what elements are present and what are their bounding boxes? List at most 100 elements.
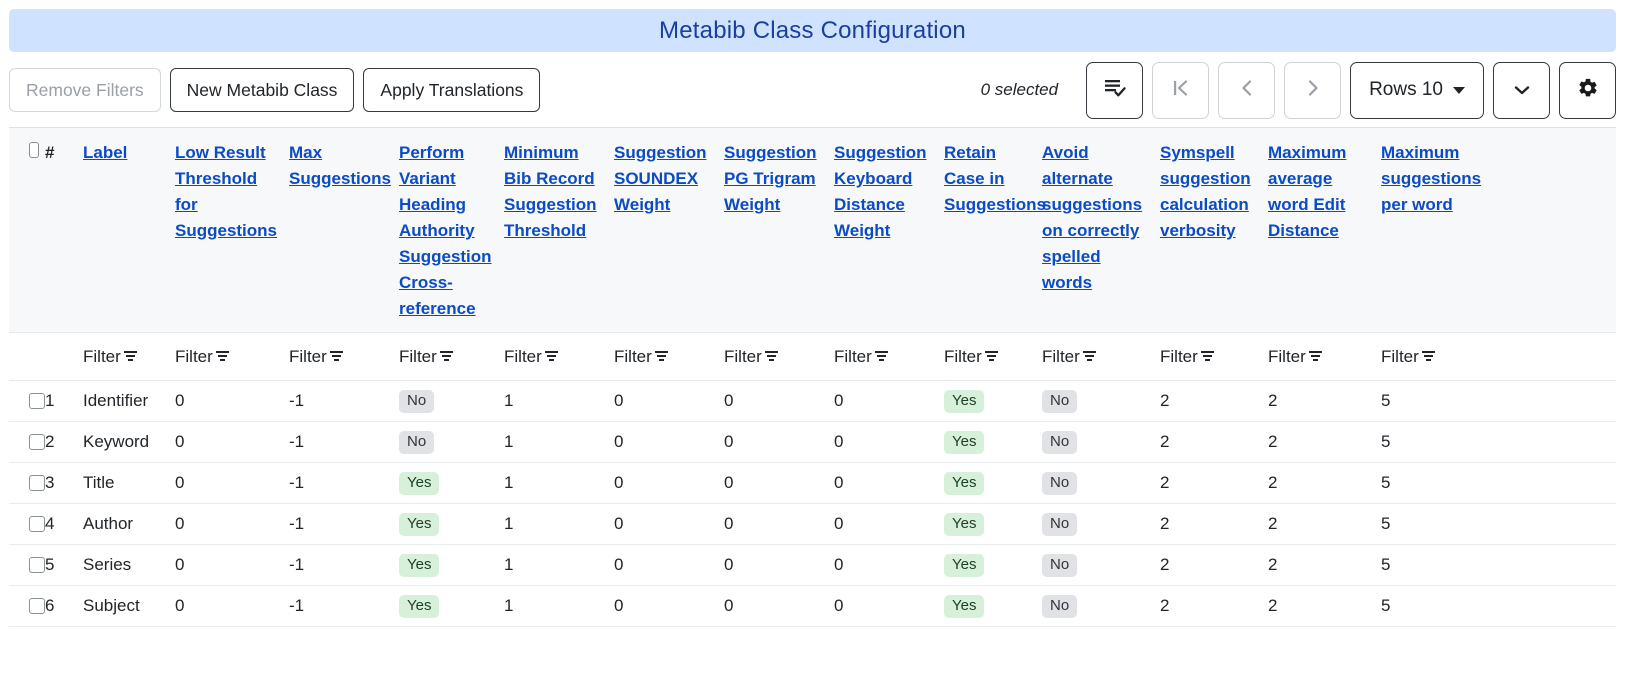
- cell-keyboard-distance-weight: 0: [834, 473, 844, 492]
- filter-c3[interactable]: Filter: [504, 347, 614, 367]
- select-all-checkbox[interactable]: [29, 142, 39, 158]
- filter-c0[interactable]: Filter: [175, 347, 289, 367]
- row-select-cell: [9, 516, 45, 532]
- status-badge: No: [399, 430, 435, 454]
- expand-button[interactable]: [1493, 61, 1550, 119]
- header-link-c8[interactable]: Avoid alternate suggestions on correctly…: [1042, 143, 1142, 292]
- cell-max-suggestions: -1: [289, 555, 305, 574]
- filter-label[interactable]: Filter: [83, 347, 175, 367]
- header-link-c5[interactable]: Suggestion PG Trigram Weight: [724, 143, 817, 214]
- table-row[interactable]: 2 Keyword 0 -1 No 1 0 0 0 Yes No 2 2 5: [9, 422, 1616, 463]
- header-max-suggestions-per-word[interactable]: Maximum suggestions per word: [1381, 128, 1501, 332]
- table-row[interactable]: 3 Title 0 -1 Yes 1 0 0 0 Yes No 2 2 5: [9, 463, 1616, 504]
- row-checkbox[interactable]: [29, 475, 45, 491]
- filter-text: Filter: [1381, 346, 1419, 366]
- header-keyboard-distance-weight[interactable]: Suggestion Keyboard Distance Weight: [834, 128, 944, 332]
- cell-soundex-weight: 0: [614, 391, 624, 410]
- header-link-label[interactable]: Label: [83, 143, 127, 162]
- remove-filters-button[interactable]: Remove Filters: [9, 68, 161, 112]
- table-row[interactable]: 4 Author 0 -1 Yes 1 0 0 0 Yes No 2 2 5: [9, 504, 1616, 545]
- filter-text: Filter: [1160, 346, 1198, 366]
- filter-c6[interactable]: Filter: [834, 347, 944, 367]
- header-link-c7[interactable]: Retain Case in Suggestions: [944, 143, 1046, 214]
- list-check-icon-button[interactable]: [1086, 61, 1144, 119]
- filter-c7[interactable]: Filter: [944, 347, 1042, 367]
- funnel-icon: [1200, 350, 1214, 363]
- header-retain-case[interactable]: Retain Case in Suggestions: [944, 128, 1046, 332]
- funnel-icon: [984, 350, 998, 363]
- cell-low-result-threshold: 0: [175, 596, 185, 615]
- header-avoid-alternate-suggestions[interactable]: Avoid alternate suggestions on correctly…: [1042, 128, 1160, 332]
- row-checkbox[interactable]: [29, 557, 45, 573]
- rows-per-page-label: Rows 10: [1369, 79, 1443, 100]
- filter-c4[interactable]: Filter: [614, 347, 724, 367]
- new-metabib-class-button[interactable]: New Metabib Class: [169, 68, 355, 112]
- header-link-c10[interactable]: Maximum average word Edit Distance: [1268, 143, 1346, 240]
- header-number: #: [45, 143, 55, 162]
- funnel-icon: [439, 350, 453, 363]
- table-row[interactable]: 5 Series 0 -1 Yes 1 0 0 0 Yes No 2 2 5: [9, 545, 1616, 586]
- filter-text: Filter: [1042, 346, 1080, 366]
- header-label[interactable]: Label: [83, 128, 175, 332]
- cell-symspell-verbosity: 2: [1160, 432, 1170, 451]
- header-link-c3[interactable]: Minimum Bib Record Suggestion Threshold: [504, 143, 597, 240]
- row-label: Keyword: [83, 432, 150, 451]
- cell-symspell-verbosity: 2: [1160, 473, 1170, 492]
- status-badge: No: [1042, 471, 1078, 495]
- filter-c10[interactable]: Filter: [1268, 347, 1381, 367]
- previous-page-button[interactable]: [1218, 61, 1276, 119]
- table-row[interactable]: 1 Identifier 0 -1 No 1 0 0 0 Yes No 2 2 5: [9, 381, 1616, 422]
- row-select-cell: [9, 434, 45, 450]
- header-max-suggestions[interactable]: Max Suggestions: [289, 128, 399, 332]
- first-page-button[interactable]: [1152, 61, 1210, 119]
- status-badge: No: [1042, 553, 1078, 577]
- list-check-icon: [1104, 78, 1126, 102]
- filter-c8[interactable]: Filter: [1042, 347, 1160, 367]
- header-link-c6[interactable]: Suggestion Keyboard Distance Weight: [834, 143, 927, 240]
- cell-retain-case: Yes: [944, 594, 1042, 618]
- header-link-c11[interactable]: Maximum suggestions per word: [1381, 143, 1481, 214]
- row-checkbox[interactable]: [29, 393, 45, 409]
- filter-text: Filter: [175, 346, 213, 366]
- header-symspell-verbosity[interactable]: Symspell suggestion calculation verbosit…: [1160, 128, 1268, 332]
- filter-c11[interactable]: Filter: [1381, 347, 1501, 367]
- header-max-average-edit-distance[interactable]: Maximum average word Edit Distance: [1268, 128, 1381, 332]
- header-pg-trigram-weight[interactable]: Suggestion PG Trigram Weight: [724, 128, 834, 332]
- header-variant-heading-authority[interactable]: Perform Variant Heading Authority Sugges…: [399, 128, 504, 332]
- filter-c2[interactable]: Filter: [399, 347, 504, 367]
- cell-low-result-threshold: 0: [175, 473, 185, 492]
- row-checkbox[interactable]: [29, 516, 45, 532]
- header-minimum-bib-record-threshold[interactable]: Minimum Bib Record Suggestion Threshold: [504, 128, 614, 332]
- filter-text: Filter: [289, 346, 327, 366]
- cell-avoid-alternate-suggestions: No: [1042, 430, 1160, 454]
- status-badge: No: [1042, 430, 1078, 454]
- rows-per-page-dropdown[interactable]: Rows 10: [1350, 61, 1484, 119]
- cell-pg-trigram-weight: 0: [724, 514, 734, 533]
- filter-c5[interactable]: Filter: [724, 347, 834, 367]
- filter-c1[interactable]: Filter: [289, 347, 399, 367]
- table-row[interactable]: 6 Subject 0 -1 Yes 1 0 0 0 Yes No 2 2 5: [9, 586, 1616, 627]
- header-link-c1[interactable]: Max Suggestions: [289, 143, 391, 188]
- funnel-icon: [329, 350, 343, 363]
- header-soundex-weight[interactable]: Suggestion SOUNDEX Weight: [614, 128, 724, 332]
- apply-translations-button[interactable]: Apply Translations: [363, 68, 541, 112]
- header-link-c0[interactable]: Low Result Threshold for Suggestions: [175, 143, 277, 240]
- header-low-result-threshold[interactable]: Low Result Threshold for Suggestions: [175, 128, 289, 332]
- settings-button[interactable]: [1559, 61, 1616, 119]
- next-page-button[interactable]: [1284, 61, 1342, 119]
- header-link-c4[interactable]: Suggestion SOUNDEX Weight: [614, 143, 707, 214]
- cell-max-average-edit-distance: 2: [1268, 432, 1278, 451]
- row-select-cell: [9, 475, 45, 491]
- cell-max-suggestions-per-word: 5: [1381, 514, 1391, 533]
- row-checkbox[interactable]: [29, 434, 45, 450]
- chevron-down-icon: [1512, 80, 1532, 101]
- table-body: 1 Identifier 0 -1 No 1 0 0 0 Yes No 2 2 5 2 Keyword 0 -1 N…: [9, 381, 1616, 627]
- header-link-c2[interactable]: Perform Variant Heading Authority Sugges…: [399, 143, 492, 318]
- filter-c9[interactable]: Filter: [1160, 347, 1268, 367]
- cell-retain-case: Yes: [944, 430, 1042, 454]
- cell-variant-heading-authority: Yes: [399, 471, 504, 495]
- cell-max-average-edit-distance: 2: [1268, 514, 1278, 533]
- row-checkbox[interactable]: [29, 598, 45, 614]
- cell-max-suggestions-per-word: 5: [1381, 555, 1391, 574]
- header-link-c9[interactable]: Symspell suggestion calculation verbosit…: [1160, 143, 1251, 240]
